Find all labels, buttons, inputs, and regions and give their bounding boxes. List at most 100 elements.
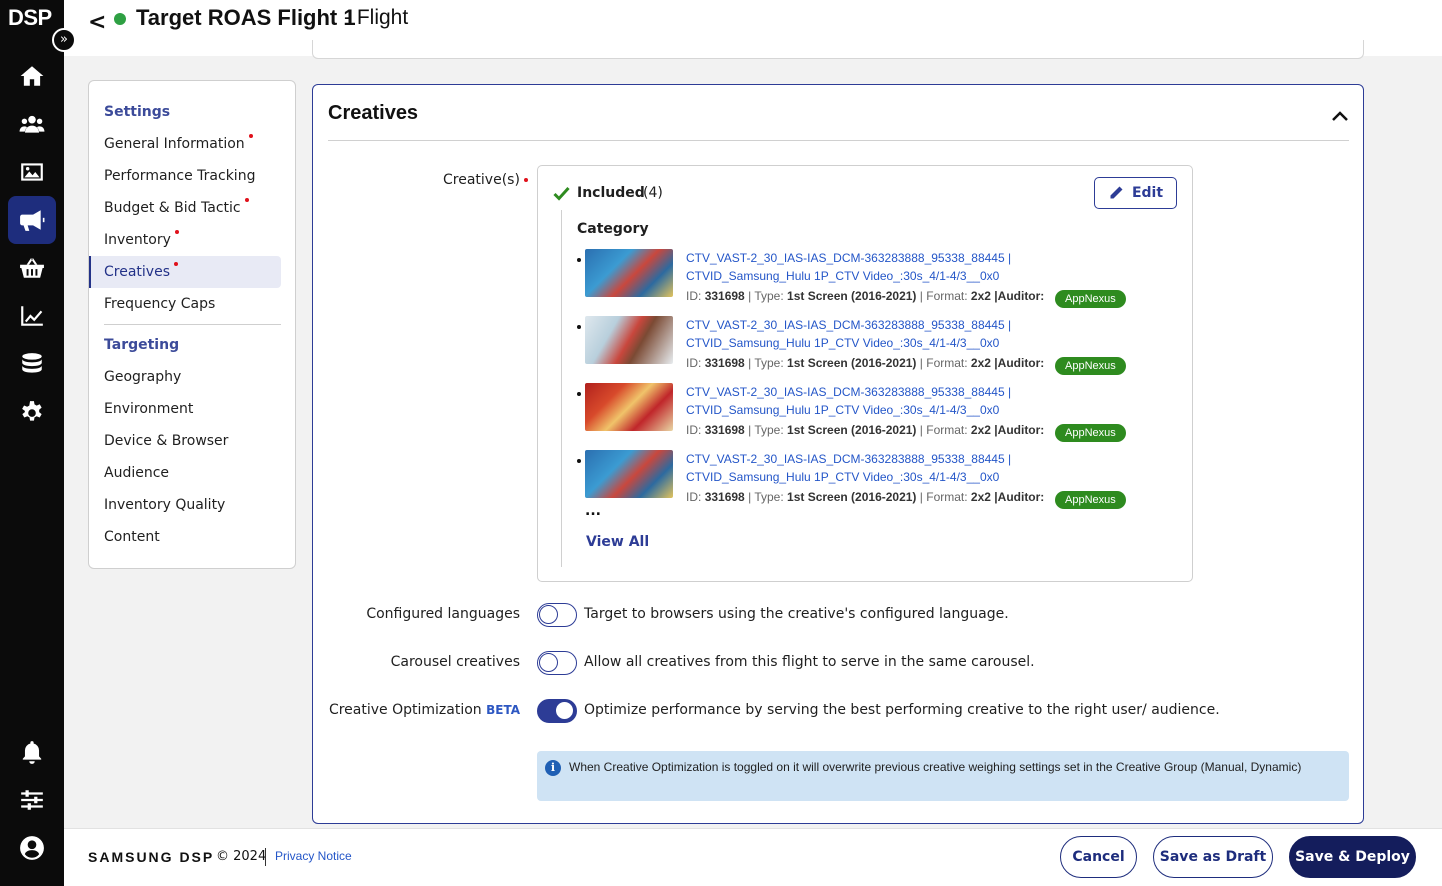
creative-name-link[interactable]: CTV_VAST-2_30_IAS-IAS_DCM-363283888_9533… <box>686 383 1011 419</box>
toggle-knob <box>539 653 558 672</box>
nav-preferences-button[interactable] <box>8 776 56 824</box>
bell-icon <box>22 741 42 764</box>
beta-badge: BETA <box>486 703 520 717</box>
nav-creatives-library-button[interactable] <box>8 148 56 196</box>
samsung-dsp-logo: SAMSUNG DSP <box>88 849 215 865</box>
creatives-title: Creatives <box>328 102 419 124</box>
users-icon <box>19 115 45 133</box>
auditor-badge: AppNexus <box>1055 290 1126 308</box>
category-tree-line <box>561 210 562 567</box>
nav-notifications-button[interactable] <box>8 728 56 776</box>
creative-name-link[interactable]: CTV_VAST-2_30_IAS-IAS_DCM-363283888_9533… <box>686 249 1011 285</box>
nav-data-button[interactable] <box>8 340 56 388</box>
sliders-icon <box>21 790 43 810</box>
edit-button-label: Edit <box>1131 185 1164 201</box>
nav-home-button[interactable] <box>8 52 56 100</box>
carousel-creatives-label: Carousel creatives <box>390 654 520 670</box>
nav-item-inventory-quality[interactable]: Inventory Quality <box>89 489 281 521</box>
account-icon <box>20 836 44 860</box>
nav-item-performance-tracking[interactable]: Performance Tracking <box>89 160 281 192</box>
list-bullet <box>577 392 581 396</box>
creative-list-item: CTV_VAST-2_30_IAS-IAS_DCM-363283888_9533… <box>577 450 1177 510</box>
dsp-logo: DSP <box>8 5 52 30</box>
auditor-badge: AppNexus <box>1055 357 1126 375</box>
page-footer: SAMSUNG DSP © 2024 Privacy Notice Cancel… <box>64 828 1442 886</box>
configured-languages-toggle[interactable] <box>537 603 577 627</box>
creative-name-link[interactable]: CTV_VAST-2_30_IAS-IAS_DCM-363283888_9533… <box>686 450 1011 486</box>
status-indicator <box>114 13 126 25</box>
image-icon <box>21 163 43 181</box>
creative-optimization-label: Creative Optimization BETA <box>328 702 520 718</box>
page-title: Target ROAS Flight 1 <box>136 5 356 30</box>
card-divider <box>328 140 1349 141</box>
creatives-field-label: Creative(s) <box>443 172 528 188</box>
nav-item-general-information[interactable]: General Information <box>89 128 281 160</box>
creatives-selection-box: Included (4) Edit Category CTV_VAST-2_30… <box>537 165 1193 582</box>
edit-creatives-button[interactable]: Edit <box>1094 177 1177 209</box>
included-count: (4) <box>643 185 663 201</box>
configured-languages-label: Configured languages <box>366 606 520 622</box>
check-icon <box>553 186 570 201</box>
privacy-notice-link[interactable]: Privacy Notice <box>275 849 352 863</box>
footer-divider <box>265 848 266 866</box>
page-subtitle: - Flight <box>344 6 409 29</box>
save-as-draft-button[interactable]: Save as Draft <box>1153 836 1273 878</box>
optimization-notice: i When Creative Optimization is toggled … <box>537 751 1349 801</box>
database-icon <box>22 353 42 373</box>
section-nav: Settings General Information Performance… <box>88 80 296 569</box>
toggle-knob <box>539 605 558 624</box>
left-rail: DSP » <box>0 0 76 886</box>
included-label: Included <box>577 185 645 201</box>
back-icon[interactable]: < <box>88 10 106 35</box>
nav-divider <box>104 324 281 325</box>
creative-thumbnail <box>585 450 673 498</box>
creative-optimization-description: Optimize performance by serving the best… <box>584 702 1220 718</box>
nav-account-button[interactable] <box>8 824 56 872</box>
chevron-up-icon[interactable] <box>1330 107 1350 127</box>
home-icon <box>20 66 44 86</box>
carousel-creatives-toggle[interactable] <box>537 651 577 675</box>
gear-icon <box>22 401 42 421</box>
cancel-button[interactable]: Cancel <box>1060 836 1137 878</box>
previous-section-card <box>312 40 1364 59</box>
toggle-knob <box>555 701 574 720</box>
nav-item-inventory[interactable]: Inventory <box>89 224 281 256</box>
carousel-creatives-description: Allow all creatives from this flight to … <box>584 654 1035 670</box>
nav-item-creatives[interactable]: Creatives <box>89 256 281 288</box>
info-icon: i <box>545 760 561 776</box>
creative-meta: ID: 331698 | Type: 1st Screen (2016-2021… <box>686 289 1045 303</box>
creative-meta: ID: 331698 | Type: 1st Screen (2016-2021… <box>686 490 1045 504</box>
save-and-deploy-button[interactable]: Save & Deploy <box>1289 836 1416 878</box>
creative-meta: ID: 331698 | Type: 1st Screen (2016-2021… <box>686 423 1045 437</box>
creative-list-item: CTV_VAST-2_30_IAS-IAS_DCM-363283888_9533… <box>577 249 1177 309</box>
nav-item-geography[interactable]: Geography <box>89 361 281 393</box>
nav-item-frequency-caps[interactable]: Frequency Caps <box>89 288 281 320</box>
creative-name-link[interactable]: CTV_VAST-2_30_IAS-IAS_DCM-363283888_9533… <box>686 316 1011 352</box>
list-bullet <box>577 459 581 463</box>
creative-meta: ID: 331698 | Type: 1st Screen (2016-2021… <box>686 356 1045 370</box>
nav-settings-button[interactable] <box>8 388 56 436</box>
list-bullet <box>577 325 581 329</box>
megaphone-icon <box>20 210 45 231</box>
nav-marketplace-button[interactable] <box>8 244 56 292</box>
nav-heading-settings: Settings <box>104 104 171 120</box>
nav-item-budget-bid-tactic[interactable]: Budget & Bid Tactic <box>89 192 281 224</box>
creatives-card: Creatives Creative(s) Included (4) Edit … <box>312 84 1364 824</box>
configured-languages-description: Target to browsers using the creative's … <box>584 606 1009 622</box>
nav-item-content[interactable]: Content <box>89 521 281 553</box>
creative-list-item: CTV_VAST-2_30_IAS-IAS_DCM-363283888_9533… <box>577 316 1177 376</box>
chart-icon <box>21 306 43 326</box>
more-ellipsis: ... <box>585 503 601 519</box>
view-all-link[interactable]: View All <box>586 534 649 550</box>
creative-optimization-toggle[interactable] <box>537 699 577 723</box>
category-label: Category <box>577 221 649 237</box>
pencil-icon <box>1110 186 1123 199</box>
nav-users-button[interactable] <box>8 100 56 148</box>
nav-reports-button[interactable] <box>8 292 56 340</box>
nav-item-device-browser[interactable]: Device & Browser <box>89 425 281 457</box>
nav-item-environment[interactable]: Environment <box>89 393 281 425</box>
creative-thumbnail <box>585 249 673 297</box>
expand-rail-icon[interactable]: » <box>52 28 76 52</box>
nav-campaigns-button[interactable] <box>8 196 56 244</box>
nav-item-audience[interactable]: Audience <box>89 457 281 489</box>
